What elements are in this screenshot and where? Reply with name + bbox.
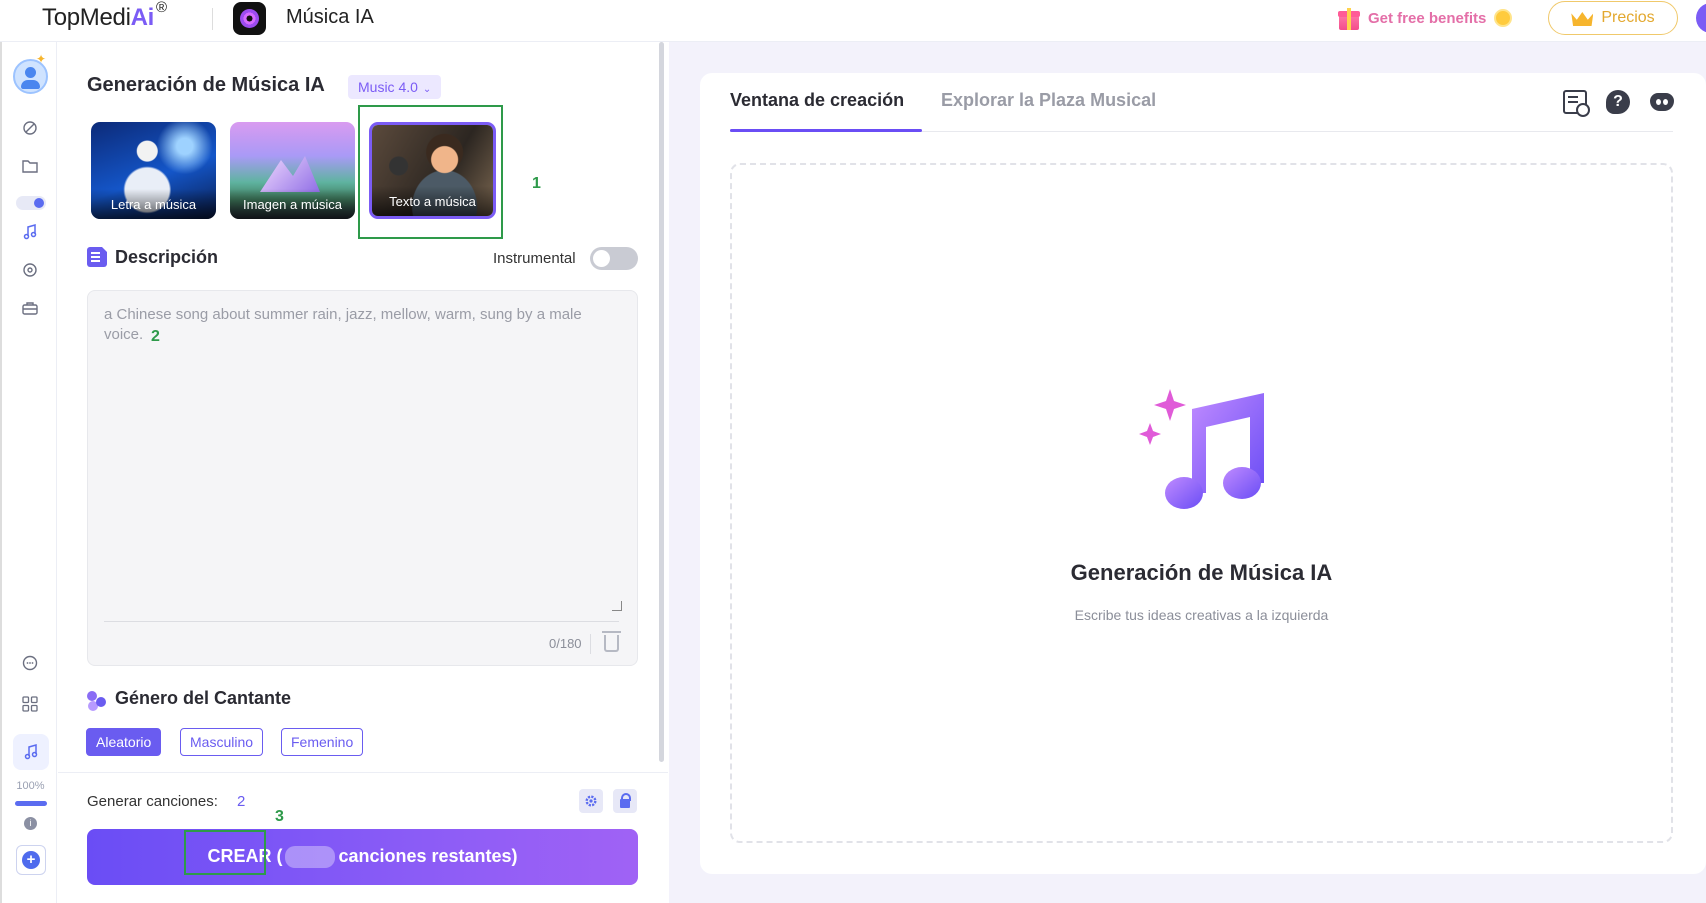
- empty-state-subtitle: Escribe tus ideas creativas a la izquier…: [1074, 607, 1329, 623]
- folder-icon[interactable]: [18, 154, 42, 178]
- char-count: 0/180: [549, 636, 582, 651]
- annotation-box-1: [358, 105, 503, 239]
- briefcase-icon[interactable]: [18, 296, 42, 320]
- logo-ai: Ai: [130, 4, 155, 31]
- singer-gender-title: Género del Cantante: [115, 688, 292, 708]
- count-separator: [590, 634, 591, 654]
- chat-icon[interactable]: [18, 651, 42, 675]
- mode-card-lyrics[interactable]: Letra a música: [91, 122, 216, 219]
- logo-text: TopMedi: [42, 4, 131, 31]
- music-note-icon[interactable]: [18, 220, 42, 244]
- annotation-number-1: 1: [532, 175, 541, 192]
- header-divider: [212, 8, 213, 30]
- music-tool-active-icon[interactable]: [13, 734, 49, 770]
- create-button[interactable]: CREAR (canciones restantes): [87, 829, 638, 885]
- app-title: Música IA: [286, 6, 374, 28]
- panel-title: Generación de Música IA: [87, 74, 325, 96]
- redacted-count: [285, 846, 336, 869]
- gender-option-female[interactable]: Femenino: [281, 728, 364, 756]
- sparkle-icon: ✦: [36, 52, 47, 66]
- music-note-illustration-icon: [1139, 389, 1264, 509]
- description-title: Descripción: [115, 247, 219, 267]
- info-icon[interactable]: i: [24, 817, 37, 830]
- gear-icon: [585, 795, 597, 807]
- mode-card-image[interactable]: Imagen a música: [230, 122, 355, 219]
- free-benefits-link[interactable]: Get free benefits: [1338, 4, 1513, 32]
- magic-icon[interactable]: [18, 116, 42, 140]
- registered-mark: ®: [156, 0, 167, 16]
- description-icon: [87, 247, 107, 267]
- active-tab-underline: [730, 129, 922, 132]
- gift-icon: [1338, 6, 1360, 30]
- empty-state-title: Generación de Música IA: [1070, 560, 1333, 585]
- gender-option-male[interactable]: Masculino: [180, 728, 264, 756]
- add-button[interactable]: +: [16, 845, 46, 875]
- description-input[interactable]: [104, 305, 619, 595]
- chevron-down-icon: ⌄: [422, 84, 432, 95]
- crown-icon: [1571, 10, 1593, 26]
- discord-icon[interactable]: [1650, 93, 1674, 111]
- annotation-box-3: [184, 830, 266, 875]
- lock-button[interactable]: [613, 789, 637, 813]
- bottom-divider: [58, 772, 668, 773]
- theme-toggle[interactable]: [16, 196, 46, 210]
- disc-icon[interactable]: [18, 258, 42, 282]
- sidebar-rail: ✦ 100% i +: [0, 42, 57, 903]
- apps-grid-icon[interactable]: [18, 692, 42, 716]
- description-box: 0/180: [87, 290, 638, 666]
- gender-option-random[interactable]: Aleatorio: [86, 728, 162, 756]
- plus-icon: +: [22, 851, 40, 869]
- create-label-suffix: canciones restantes): [338, 845, 518, 866]
- left-panel-scrollbar[interactable]: [659, 42, 664, 762]
- trash-icon[interactable]: [602, 631, 621, 652]
- generate-songs-label: Generar canciones:: [87, 793, 218, 810]
- resize-handle[interactable]: [612, 601, 622, 611]
- tab-explore-music-plaza[interactable]: Explorar la Plaza Musical: [941, 90, 1156, 111]
- user-avatar[interactable]: [1696, 3, 1706, 33]
- music-app-icon: [233, 2, 266, 35]
- instrumental-label: Instrumental: [493, 250, 576, 267]
- generate-songs-value[interactable]: 2: [237, 793, 245, 810]
- tab-creation-window[interactable]: Ventana de creación: [730, 90, 904, 111]
- settings-button[interactable]: [579, 789, 603, 813]
- textarea-divider: [104, 621, 619, 622]
- version-label: Music 4.0: [358, 79, 418, 95]
- version-dropdown[interactable]: Music 4.0 ⌄: [348, 75, 442, 99]
- zoom-percent: 100%: [16, 780, 45, 792]
- top-bar: TopMediAi ® Música IA Get free benefits P…: [0, 0, 1706, 42]
- annotation-number-3: 3: [275, 808, 284, 825]
- mode-card-label: Imagen a música: [230, 189, 355, 219]
- lock-icon: [620, 792, 631, 808]
- pricing-label: Precios: [1601, 9, 1655, 26]
- help-icon[interactable]: ?: [1606, 90, 1630, 114]
- annotation-number-2: 2: [151, 328, 160, 345]
- history-list-icon[interactable]: [1563, 90, 1590, 117]
- mode-card-label: Letra a música: [91, 189, 216, 219]
- benefits-label: Get free benefits: [1368, 9, 1487, 27]
- zoom-bar[interactable]: [15, 801, 47, 806]
- pricing-button[interactable]: Precios: [1548, 1, 1678, 35]
- singer-gender-icon: [87, 689, 107, 709]
- instrumental-toggle[interactable]: [590, 247, 638, 270]
- coin-icon: [1494, 9, 1513, 27]
- logo[interactable]: TopMediAi ®: [42, 0, 167, 32]
